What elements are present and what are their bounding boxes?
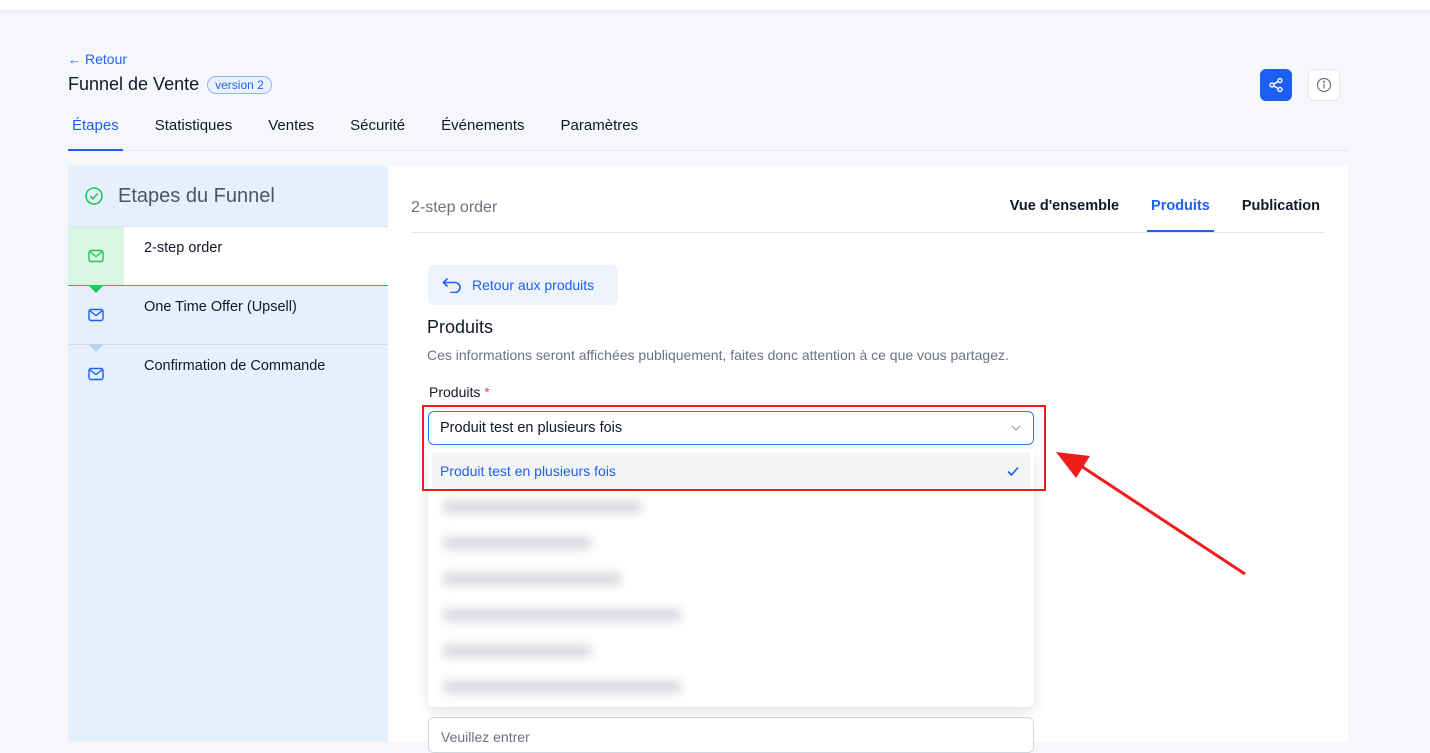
- section-title: Produits: [427, 317, 494, 337]
- tab-parametres[interactable]: Paramètres: [557, 110, 643, 149]
- sidebar-step-confirmation[interactable]: Confirmation de Commande: [68, 344, 388, 403]
- tab-etapes[interactable]: Étapes: [68, 110, 123, 151]
- sidebar-title: Etapes du Funnel: [118, 184, 275, 207]
- back-link[interactable]: ← Retour: [68, 51, 127, 67]
- blurred-option: [442, 573, 622, 585]
- current-step-name: 2-step order: [411, 199, 498, 216]
- check-circle-icon: [85, 187, 103, 205]
- top-bar: [0, 0, 1430, 10]
- step-header: 2-step order Vue d'ensemble Produits Pub…: [411, 166, 1324, 233]
- subtab-publication[interactable]: Publication: [1238, 166, 1324, 232]
- tab-securite[interactable]: Sécurité: [346, 110, 409, 149]
- back-link-label: Retour: [85, 51, 128, 67]
- undo-arrow-icon: [442, 278, 461, 293]
- sidebar-step-label: 2-step order: [144, 240, 223, 256]
- products-select[interactable]: Produit test en plusieurs fois: [428, 411, 1034, 445]
- products-field-label: Produits *: [429, 384, 490, 400]
- dropdown-option-selected[interactable]: Produit test en plusieurs fois: [432, 453, 1030, 489]
- subtab-produits[interactable]: Produits: [1147, 166, 1214, 232]
- info-button[interactable]: [1308, 69, 1340, 101]
- products-dropdown: Produit test en plusieurs fois: [428, 449, 1034, 707]
- page-title-text: Funnel de Vente: [68, 74, 200, 94]
- share-icon: [1269, 77, 1283, 93]
- subtab-vue-ensemble[interactable]: Vue d'ensemble: [1006, 166, 1123, 232]
- back-to-products-button[interactable]: Retour aux produits: [428, 265, 618, 305]
- main-tabs: Étapes Statistiques Ventes Sécurité Évén…: [68, 110, 1348, 151]
- required-mark: *: [484, 384, 490, 400]
- back-to-products-label: Retour aux produits: [472, 277, 595, 293]
- blurred-option: [442, 537, 592, 549]
- mail-icon: [88, 308, 104, 322]
- sidebar-step-2-step-order[interactable]: 2-step order: [68, 227, 388, 286]
- blurred-options: [436, 493, 706, 697]
- text-input[interactable]: Veuillez entrer: [428, 717, 1034, 753]
- step-subtabs: Vue d'ensemble Produits Publication: [1006, 166, 1324, 232]
- share-button[interactable]: [1260, 69, 1292, 101]
- page-title: Funnel de Vente version 2: [68, 74, 272, 95]
- dropdown-option-label: Produit test en plusieurs fois: [440, 463, 616, 479]
- main-panel: 2-step order Vue d'ensemble Produits Pub…: [388, 166, 1348, 753]
- blurred-option: [442, 609, 682, 621]
- info-icon: [1316, 77, 1332, 93]
- step-connector-arrow: [88, 344, 104, 352]
- funnel-steps-sidebar: Etapes du Funnel 2-step order One Time O…: [68, 166, 388, 742]
- mail-icon: [88, 367, 104, 381]
- blurred-option: [442, 501, 642, 513]
- check-icon: [1007, 466, 1019, 477]
- arrow-left-icon: ←: [68, 51, 81, 67]
- sidebar-step-one-time-offer[interactable]: One Time Offer (Upsell): [68, 285, 388, 344]
- chevron-down-icon: [1011, 425, 1021, 431]
- section-description: Ces informations seront affichées publiq…: [427, 347, 1009, 363]
- sidebar-header: Etapes du Funnel: [68, 166, 388, 227]
- tab-ventes[interactable]: Ventes: [264, 110, 318, 149]
- sidebar-step-label: One Time Offer (Upsell): [144, 299, 297, 315]
- mail-icon: [88, 249, 104, 263]
- version-badge: version 2: [207, 75, 272, 94]
- sidebar-step-label: Confirmation de Commande: [144, 358, 326, 374]
- tab-evenements[interactable]: Événements: [437, 110, 528, 149]
- blurred-option: [442, 645, 592, 657]
- tab-statistiques[interactable]: Statistiques: [151, 110, 237, 149]
- products-select-value: Produit test en plusieurs fois: [440, 420, 623, 436]
- step-connector-arrow: [88, 285, 104, 293]
- blurred-option: [442, 681, 682, 693]
